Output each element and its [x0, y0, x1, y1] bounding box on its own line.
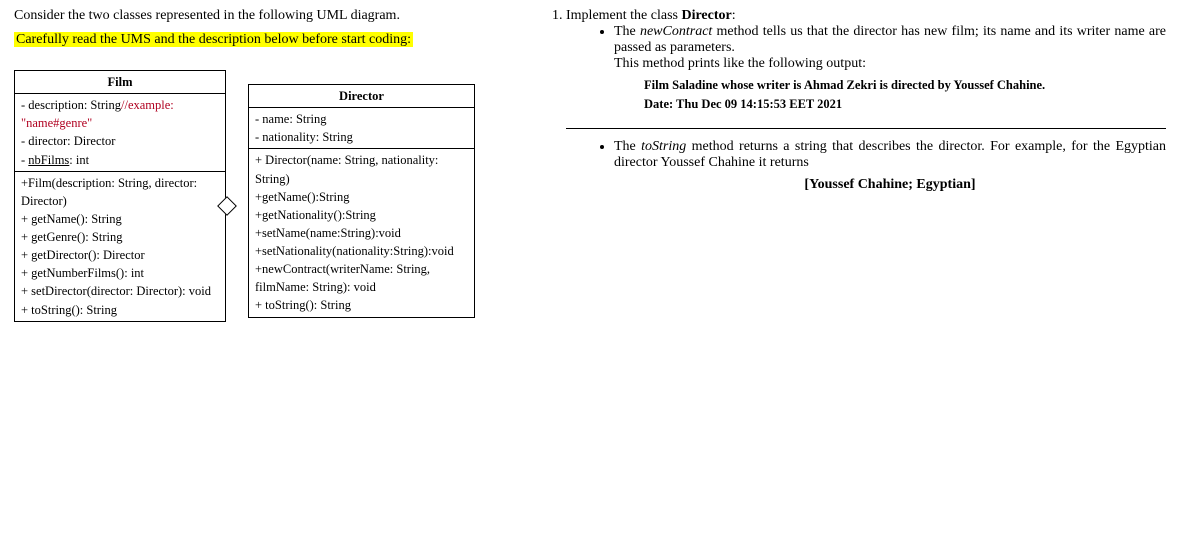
director-attr-nat: - nationality: String — [255, 128, 468, 146]
right-column: Implement the class Director: The newCon… — [544, 8, 1186, 203]
director-ctor: + Director(name: String, nationality: St… — [255, 151, 468, 187]
uml-diagram-area: Film - description: String//example: "na… — [14, 70, 504, 322]
film-m6: + toString(): String — [21, 301, 219, 319]
film-m3: + getDirector(): Director — [21, 246, 219, 264]
warning-highlight: Carefully read the UMS and the descripti… — [14, 32, 413, 47]
method-newcontract: newContract — [640, 24, 712, 39]
intro-text: Consider the two classes represented in … — [14, 8, 504, 24]
director-m5: +newContract(writerName: String, filmNam… — [255, 260, 468, 296]
bullet-newcontract-line2: This method prints like the following ou… — [614, 56, 1166, 72]
film-m2: + getGenre(): String — [21, 228, 219, 246]
separator-line — [566, 128, 1166, 129]
director-m4: +setNationality(nationality:String):void — [255, 242, 468, 260]
director-methods: + Director(name: String, nationality: St… — [249, 148, 474, 316]
film-ctor: +Film(description: String, director: Dir… — [21, 174, 219, 210]
film-attributes: - description: String//example: "name#ge… — [15, 94, 225, 171]
tostring-example: [Youssef Chahine; Egyptian] — [614, 177, 1166, 193]
film-methods: +Film(description: String, director: Dir… — [15, 171, 225, 321]
director-attr-name: - name: String — [255, 110, 468, 128]
bullet-tostring: The toString method returns a string tha… — [614, 139, 1166, 193]
film-attr-example-value: "name#genre" — [21, 116, 92, 130]
uml-class-director: Director - name: String - nationality: S… — [248, 84, 475, 318]
question-list: Implement the class Director: The newCon… — [544, 8, 1166, 193]
director-m1: +getName():String — [255, 188, 468, 206]
example-output: Film Saladine whose writer is Ahmad Zekr… — [644, 76, 1166, 114]
q1-bullets-2: The toString method returns a string tha… — [566, 139, 1166, 193]
q1-bullets: The newContract method tells us that the… — [566, 24, 1166, 114]
director-attributes: - name: String - nationality: String — [249, 108, 474, 148]
director-m2: +getNationality():String — [255, 206, 468, 224]
director-m6: + toString(): String — [255, 296, 468, 314]
output-line2: Date: Thu Dec 09 14:15:53 EET 2021 — [644, 95, 1166, 114]
film-title: Film — [15, 71, 225, 94]
film-m5: + setDirector(director: Director): void — [21, 282, 219, 300]
output-line1: Film Saladine whose writer is Ahmad Zekr… — [644, 76, 1166, 95]
film-m4: + getNumberFilms(): int — [21, 264, 219, 282]
film-attr-nbfilms: - nbFilms: int — [21, 151, 219, 169]
film-attr-example-label: //example: — [121, 98, 174, 112]
warning-line: Carefully read the UMS and the descripti… — [14, 32, 504, 48]
film-attr-director: - director: Director — [21, 132, 219, 150]
left-column: Consider the two classes represented in … — [14, 8, 504, 322]
bullet-newcontract: The newContract method tells us that the… — [614, 24, 1166, 114]
q1-classname: Director — [681, 8, 731, 23]
q1-colon: : — [732, 8, 736, 23]
director-m3: +setName(name:String):void — [255, 224, 468, 242]
director-title: Director — [249, 85, 474, 108]
film-m1: + getName(): String — [21, 210, 219, 228]
q1-lead: Implement the class — [566, 8, 681, 23]
film-attr-description: - description: String — [21, 98, 121, 112]
method-tostring: toString — [641, 139, 686, 154]
question-1: Implement the class Director: The newCon… — [566, 8, 1166, 193]
uml-class-film: Film - description: String//example: "na… — [14, 70, 226, 322]
